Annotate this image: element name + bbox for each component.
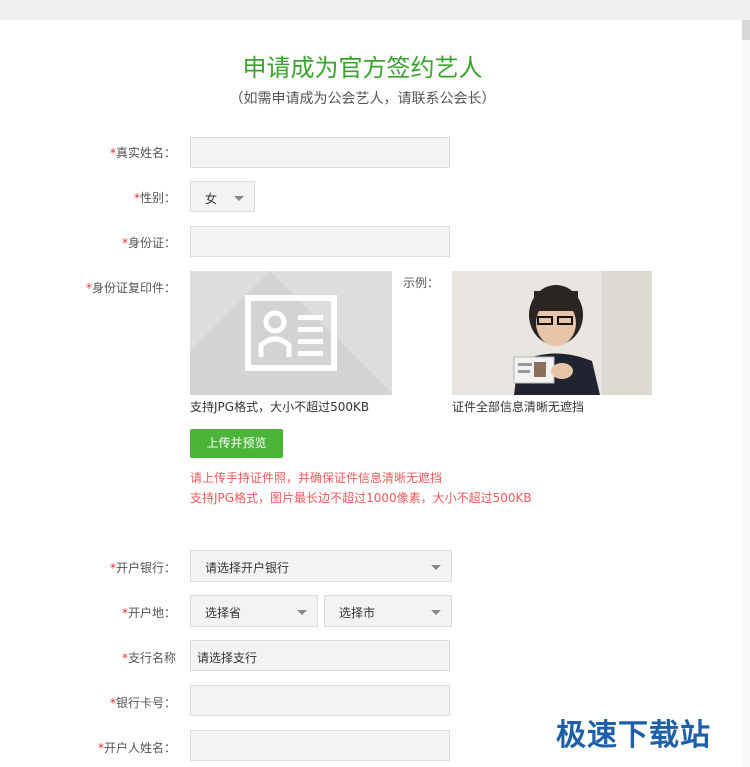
id-upload-preview[interactable] xyxy=(190,271,392,395)
id-number-input[interactable] xyxy=(190,226,450,257)
bank-value: 请选择开户银行 xyxy=(205,561,290,575)
bank-label-text: 开户银行： xyxy=(115,561,176,575)
scroll-up-button[interactable] xyxy=(742,20,750,40)
scrollbar[interactable] xyxy=(742,20,750,767)
example-caption: 证件全部信息清晰无遮挡 xyxy=(452,400,585,414)
city-value: 选择市 xyxy=(339,606,376,620)
gender-label: *性别： xyxy=(6,189,176,206)
bank-select[interactable]: 请选择开户银行 xyxy=(190,550,452,582)
id-card-icon xyxy=(245,295,337,371)
gender-select[interactable]: 女 xyxy=(190,181,255,212)
chevron-down-icon xyxy=(431,565,441,570)
id-copy-label: *身份证复印件： xyxy=(6,279,176,296)
gender-label-text: 性别： xyxy=(139,191,176,205)
gender-value: 女 xyxy=(205,192,218,206)
bank-location-label-text: 开户地： xyxy=(127,606,176,620)
example-label: 示例： xyxy=(403,276,440,290)
chevron-down-icon xyxy=(297,610,307,615)
chevron-down-icon xyxy=(234,196,244,201)
real-name-label: *真实姓名： xyxy=(6,144,176,161)
account-name-label: *开户人姓名： xyxy=(6,739,176,756)
watermark-logo: 极速下载站 xyxy=(556,718,711,753)
page-subtitle: （如需申请成为公会艺人，请联系公会长） xyxy=(229,91,496,107)
bank-location-label: *开户地： xyxy=(6,604,176,621)
real-name-label-text: 真实姓名： xyxy=(115,146,176,160)
province-value: 选择省 xyxy=(205,606,242,620)
card-number-label-text: 银行卡号： xyxy=(115,696,176,710)
browser-top-bar xyxy=(0,0,750,20)
upload-caption: 支持JPG格式，大小不超过500KB xyxy=(190,400,370,414)
account-name-input[interactable] xyxy=(190,730,450,761)
upload-preview-button[interactable]: 上传并预览 xyxy=(190,429,283,458)
example-photo xyxy=(452,271,652,395)
branch-value: 请选择支行 xyxy=(197,651,258,665)
branch-input[interactable]: 请选择支行 xyxy=(190,640,450,671)
bank-label: *开户银行： xyxy=(6,559,176,576)
real-name-input[interactable] xyxy=(190,137,450,168)
card-number-label: *银行卡号： xyxy=(6,694,176,711)
chevron-down-icon xyxy=(431,610,441,615)
branch-label: *支行名称 xyxy=(6,649,176,666)
id-number-label-text: 身份证： xyxy=(127,236,176,250)
province-select[interactable]: 选择省 xyxy=(190,595,318,627)
branch-label-text: 支行名称 xyxy=(127,651,176,665)
id-copy-label-text: 身份证复印件： xyxy=(91,281,176,295)
upload-tip-1: 请上传手持证件照，并确保证件信息清晰无遮挡 xyxy=(190,471,443,485)
account-name-label-text: 开户人姓名： xyxy=(103,741,176,755)
card-number-input[interactable] xyxy=(190,685,450,716)
page-title: 申请成为官方签约艺人 xyxy=(242,54,483,82)
id-number-label: *身份证： xyxy=(6,234,176,251)
upload-tip-2: 支持JPG格式，图片最长边不超过1000像素，大小不超过500KB xyxy=(190,491,532,505)
city-select[interactable]: 选择市 xyxy=(324,595,452,627)
